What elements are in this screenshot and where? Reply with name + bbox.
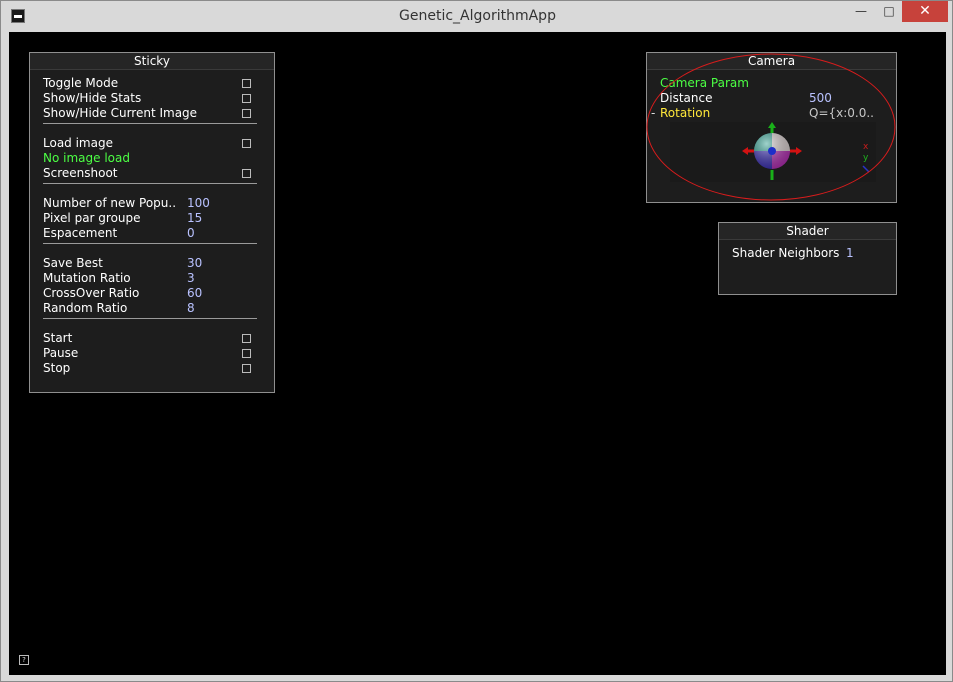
sticky-item-value[interactable]: 30	[187, 256, 202, 271]
sticky-item-pause[interactable]: Pause	[43, 346, 257, 361]
sticky-item-pixel-par-groupe[interactable]: Pixel par groupe 15	[43, 211, 257, 226]
title-bar[interactable]: Genetic_AlgorithmApp — □ ✕	[1, 1, 953, 32]
checkbox[interactable]	[242, 169, 251, 178]
separator	[43, 183, 257, 184]
sticky-item-number-of-new-popu[interactable]: Number of new Popu.. 100	[43, 196, 257, 211]
sticky-item-value[interactable]: 100	[187, 196, 210, 211]
sticky-item-save-best[interactable]: Save Best 30	[43, 256, 257, 271]
render-viewport[interactable]: Sticky Toggle Mode Show/Hide Stats Show/Hi…	[9, 32, 946, 675]
sticky-item-label: CrossOver Ratio	[43, 286, 140, 300]
close-button[interactable]: ✕	[902, 1, 948, 22]
sticky-item-value[interactable]: 3	[187, 271, 195, 286]
sticky-item-random-ratio[interactable]: Random Ratio 8	[43, 301, 257, 316]
sticky-item-start[interactable]: Start	[43, 331, 257, 346]
sticky-item-label: Pause	[43, 346, 79, 360]
separator	[43, 318, 257, 319]
sticky-item-label: Espacement	[43, 226, 118, 240]
sticky-panel: Sticky Toggle Mode Show/Hide Stats Show/Hi…	[29, 52, 275, 393]
sticky-item-label: Load image	[43, 136, 113, 150]
sticky-item-label: Pixel par groupe	[43, 211, 141, 225]
sticky-item-label: Screenshoot	[43, 166, 118, 180]
sticky-item-label: Stop	[43, 361, 71, 375]
shader-panel: Shader Shader Neighbors 1	[718, 222, 897, 295]
sticky-panel-title[interactable]: Sticky	[30, 53, 274, 70]
checkbox[interactable]	[242, 349, 251, 358]
separator	[43, 243, 257, 244]
sticky-item-mutation-ratio[interactable]: Mutation Ratio 3	[43, 271, 257, 286]
sticky-item-label: Show/Hide Current Image	[43, 106, 198, 120]
checkbox[interactable]	[242, 139, 251, 148]
sticky-item-no-image-load: No image load	[43, 151, 257, 166]
window-title: Genetic_AlgorithmApp	[399, 8, 556, 24]
minimize-button[interactable]: —	[850, 1, 872, 22]
sticky-item-stop[interactable]: Stop	[43, 361, 257, 376]
sticky-item-toggle-mode[interactable]: Toggle Mode	[43, 76, 257, 91]
sticky-item-value[interactable]: 8	[187, 301, 195, 316]
sticky-item-value[interactable]: 0	[187, 226, 195, 241]
sticky-item-screenshoot[interactable]: Screenshoot	[43, 166, 257, 181]
help-button[interactable]: ?	[19, 655, 29, 665]
shader-neighbors-value[interactable]: 1	[846, 246, 854, 261]
app-window: Genetic_AlgorithmApp — □ ✕ Sticky Toggle…	[0, 0, 953, 682]
sticky-item-label: Start	[43, 331, 73, 345]
sticky-item-value[interactable]: 15	[187, 211, 202, 226]
shader-neighbors-label: Shader Neighbors	[732, 246, 840, 260]
sticky-item-label: Save Best	[43, 256, 103, 270]
maximize-button[interactable]: □	[878, 1, 900, 22]
sticky-item-show-hide-stats[interactable]: Show/Hide Stats	[43, 91, 257, 106]
camera-highlight-ellipse	[646, 53, 896, 201]
checkbox[interactable]	[242, 109, 251, 118]
checkbox[interactable]	[242, 79, 251, 88]
sticky-item-espacement[interactable]: Espacement 0	[43, 226, 257, 241]
sticky-item-label: Number of new Popu..	[43, 196, 177, 210]
sticky-item-label: Random Ratio	[43, 301, 128, 315]
checkbox[interactable]	[242, 94, 251, 103]
sticky-item-load-image[interactable]: Load image	[43, 136, 257, 151]
sticky-item-label: Toggle Mode	[43, 76, 119, 90]
shader-neighbors-row[interactable]: Shader Neighbors 1	[732, 246, 882, 261]
sticky-item-show-hide-current-image[interactable]: Show/Hide Current Image	[43, 106, 257, 121]
separator	[43, 123, 257, 124]
sticky-item-label: Mutation Ratio	[43, 271, 131, 285]
checkbox[interactable]	[242, 334, 251, 343]
camera-panel: Camera Camera Param Distance 500 - Rotat…	[646, 52, 897, 203]
checkbox[interactable]	[242, 364, 251, 373]
shader-panel-title[interactable]: Shader	[719, 223, 896, 240]
sticky-item-value[interactable]: 60	[187, 286, 202, 301]
sticky-item-label: No image load	[43, 151, 130, 165]
sticky-item-label: Show/Hide Stats	[43, 91, 142, 105]
sticky-item-crossover-ratio[interactable]: CrossOver Ratio 60	[43, 286, 257, 301]
